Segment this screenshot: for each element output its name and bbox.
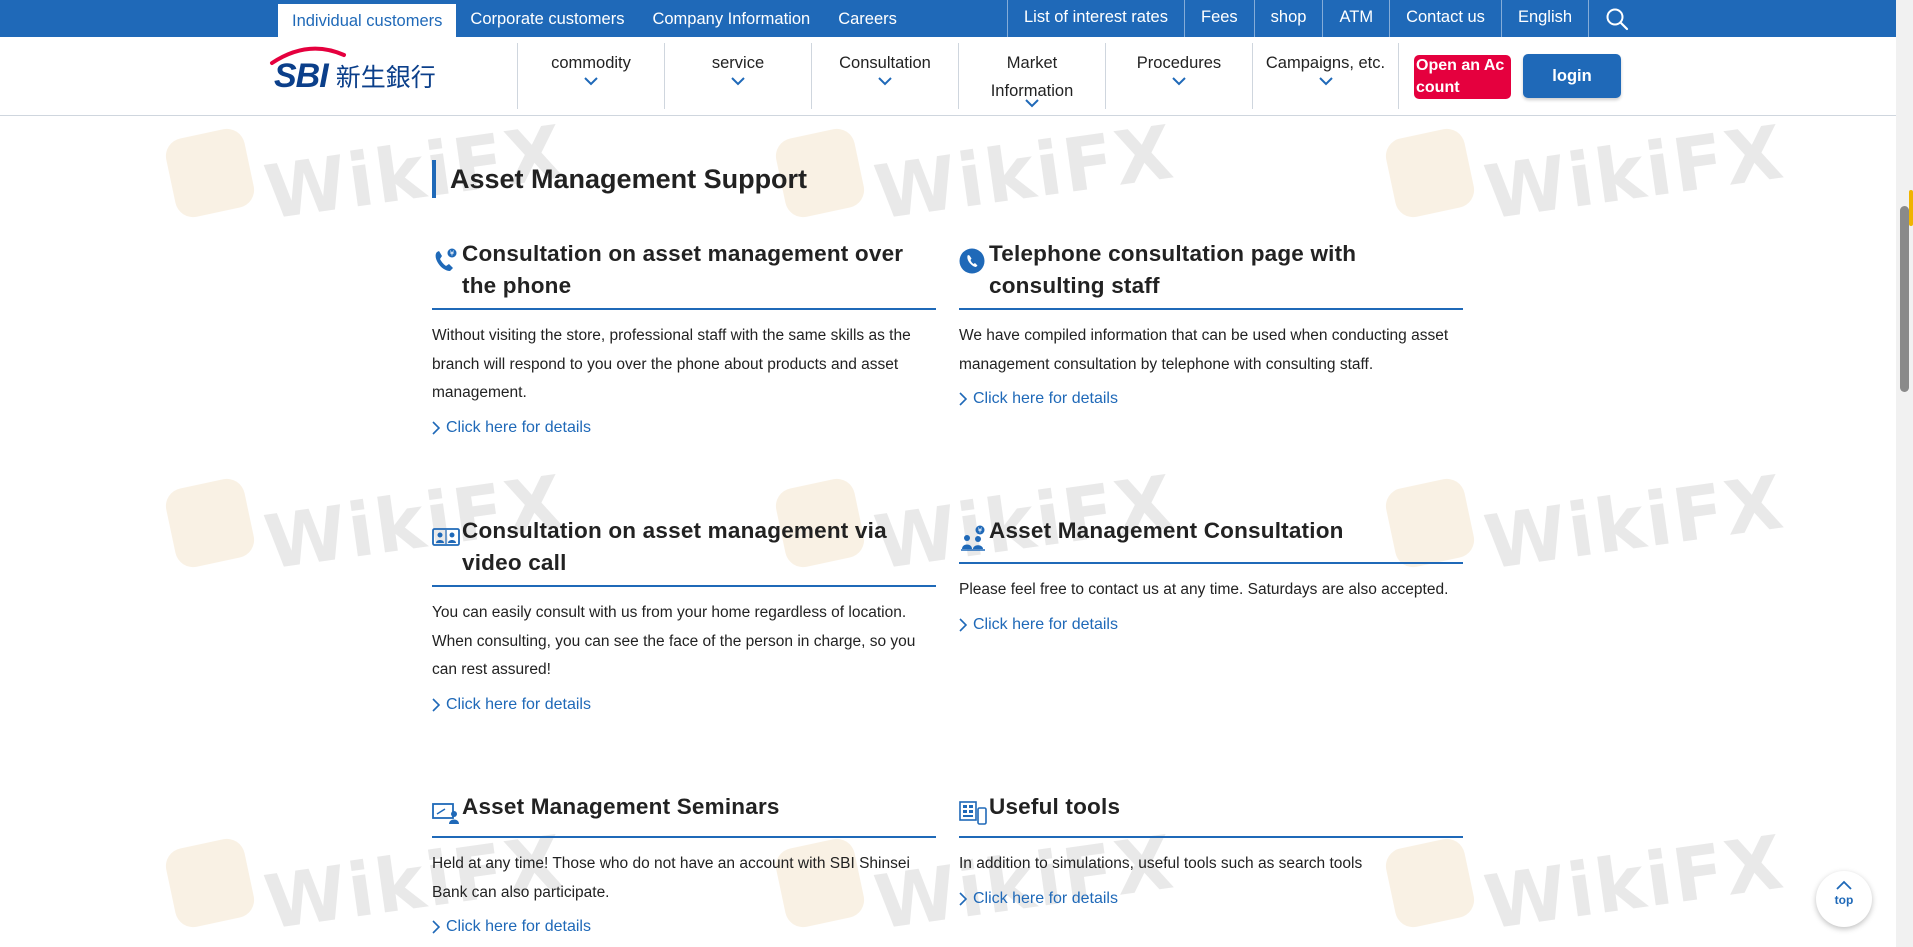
back-to-top-button[interactable]: top [1816, 871, 1872, 927]
card-header: Telephone consultation page with consult… [959, 238, 1463, 310]
card-header: Useful tools [959, 791, 1463, 838]
details-link[interactable]: Click here for details [959, 889, 1463, 909]
card-description: Without visiting the store, professional… [432, 327, 911, 401]
search-button[interactable] [1588, 0, 1645, 37]
link-english[interactable]: English [1500, 0, 1588, 37]
chevron-right-icon [432, 920, 440, 934]
card-header: Consultation on asset management via vid… [432, 515, 936, 587]
watermark: WikiFX [772, 109, 1180, 237]
logo[interactable]: SBI 新生銀行 [270, 46, 464, 101]
details-link[interactable]: Click here for details [959, 615, 1463, 635]
card-title: Asset Management Seminars [462, 794, 780, 819]
consultation-people-icon: ¥ [959, 515, 989, 556]
details-link[interactable]: Click here for details [432, 917, 936, 937]
chevron-down-icon [731, 77, 745, 86]
details-link[interactable]: Click here for details [432, 695, 936, 715]
card-description: Please feel free to contact us at any ti… [959, 581, 1449, 598]
link-interest-rates[interactable]: List of interest rates [1007, 0, 1184, 37]
watermark: WikiFX [1382, 109, 1790, 237]
chevron-right-icon [959, 617, 967, 632]
card-title: Telephone consultation page with consult… [989, 241, 1357, 298]
open-account-button[interactable]: Open an Ac count [1414, 55, 1511, 99]
tools-icon [959, 791, 989, 830]
menu-procedures[interactable]: Procedures [1105, 43, 1252, 109]
card-useful-tools: Useful tools In addition to simulations,… [959, 791, 1463, 909]
tab-individual-customers[interactable]: Individual customers [278, 2, 457, 37]
page-scrollbar[interactable] [1896, 0, 1913, 947]
chevron-right-icon [432, 697, 440, 712]
card-header: ¥ Consultation on asset management over … [432, 238, 936, 310]
main-menu: commodity service Consultation Market In… [517, 43, 1399, 109]
link-shop[interactable]: shop [1253, 0, 1323, 37]
card-description: You can easily consult with us from your… [432, 604, 916, 678]
chevron-down-icon [1172, 77, 1186, 86]
page-title: Asset Management Support [432, 160, 807, 198]
back-to-top-label: top [1834, 893, 1854, 907]
svg-text:¥: ¥ [978, 527, 983, 535]
logo-arc-icon [270, 46, 346, 65]
main-header: SBI 新生銀行 commodity service Consultation … [0, 37, 1896, 116]
card-title: Consultation on asset management via vid… [462, 518, 887, 575]
card-description: Held at any time! Those who do not have … [432, 855, 910, 901]
logo-sbi: SBI [270, 46, 346, 96]
details-link[interactable]: Click here for details [959, 389, 1463, 409]
chevron-right-icon [959, 891, 967, 906]
seminar-icon [432, 791, 462, 830]
menu-service[interactable]: service [664, 43, 811, 109]
chevron-right-icon [432, 420, 440, 435]
chevron-down-icon [584, 77, 598, 86]
link-atm[interactable]: ATM [1322, 0, 1389, 37]
menu-consultation[interactable]: Consultation [811, 43, 958, 109]
card-phone-consultation: ¥ Consultation on asset management over … [432, 238, 936, 438]
card-video-consultation: Consultation on asset management via vid… [432, 515, 936, 715]
logo-kanji: 新生銀行 [335, 63, 436, 92]
card-description: In addition to simulations, useful tools… [959, 855, 1363, 872]
svg-text:¥: ¥ [450, 250, 455, 258]
search-icon [1606, 8, 1629, 30]
card-asset-consultation: ¥ Asset Management Consultation Please f… [959, 515, 1463, 635]
scrollbar-thumb[interactable] [1900, 206, 1909, 392]
card-header: Asset Management Seminars [432, 791, 936, 838]
chevron-right-icon [959, 392, 967, 406]
link-contact-us[interactable]: Contact us [1389, 0, 1501, 37]
tab-careers[interactable]: Careers [824, 2, 911, 37]
chevron-up-icon [1836, 880, 1852, 890]
chevron-down-icon [878, 77, 892, 86]
card-title: Asset Management Consultation [989, 518, 1344, 543]
audience-nav: Individual customers Corporate customers… [278, 2, 911, 37]
menu-campaigns[interactable]: Campaigns, etc. [1252, 43, 1399, 109]
card-description: We have compiled information that can be… [959, 327, 1449, 373]
tab-company-information[interactable]: Company Information [638, 2, 824, 37]
details-link[interactable]: Click here for details [432, 418, 936, 438]
card-seminars: Asset Management Seminars Held at any ti… [432, 791, 936, 937]
utility-nav: List of interest rates Fees shop ATM Con… [1007, 0, 1645, 37]
card-header: ¥ Asset Management Consultation [959, 515, 1463, 564]
chevron-down-icon [1025, 99, 1039, 108]
card-telephone-staff: Telephone consultation page with consult… [959, 238, 1463, 409]
tab-corporate-customers[interactable]: Corporate customers [456, 2, 638, 37]
card-title: Consultation on asset management over th… [462, 241, 904, 298]
top-utility-bar: Individual customers Corporate customers… [0, 0, 1896, 37]
card-title: Useful tools [989, 794, 1121, 819]
link-fees[interactable]: Fees [1183, 0, 1254, 37]
telephone-staff-icon [959, 238, 989, 279]
login-button[interactable]: login [1523, 54, 1621, 98]
phone-icon: ¥ [432, 238, 462, 279]
menu-commodity[interactable]: commodity [517, 43, 664, 109]
menu-market-information[interactable]: Market Information [958, 43, 1105, 109]
video-call-icon [432, 515, 462, 554]
scroll-marker [1909, 190, 1913, 226]
chevron-down-icon [1318, 77, 1333, 86]
